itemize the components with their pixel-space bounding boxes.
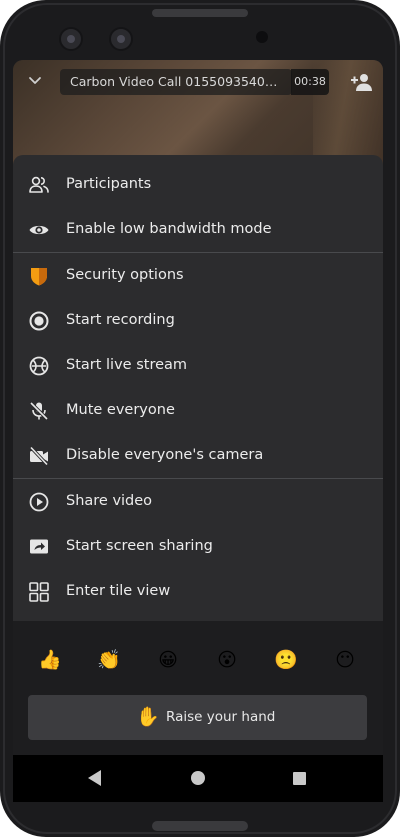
- menu-item-security[interactable]: Security options: [13, 254, 383, 298]
- menu-divider: [13, 478, 383, 479]
- menu-item-low-bandwidth[interactable]: Enable low bandwidth mode: [13, 208, 383, 252]
- menu-divider: [13, 252, 383, 253]
- silence-reaction[interactable]: 😶: [330, 645, 360, 675]
- recent-apps-icon[interactable]: [293, 772, 306, 785]
- app-screen: Carbon Video Call 015509354040... 00:38 …: [13, 60, 383, 802]
- play-circle-icon: [29, 492, 49, 512]
- surprised-reaction[interactable]: 😮: [212, 645, 242, 675]
- menu-item-label: Participants: [66, 176, 152, 192]
- menu-item-recording[interactable]: Start recording: [13, 299, 383, 343]
- raise-hand-label: Raise your hand: [166, 709, 276, 725]
- camera-off-icon: [29, 446, 49, 466]
- raise-hand-button[interactable]: ✋ Raise your hand: [28, 695, 367, 740]
- menu-item-label: Mute everyone: [66, 402, 175, 418]
- front-camera-icon: [59, 27, 83, 51]
- call-title-pill: Carbon Video Call 015509354040...: [60, 69, 292, 95]
- proximity-sensor: [256, 31, 268, 43]
- sad-reaction[interactable]: 🙁: [271, 645, 301, 675]
- tile-view-icon: [29, 582, 49, 602]
- bottom-speaker: [152, 821, 248, 831]
- participants-icon: [29, 176, 49, 193]
- menu-item-label: Enable low bandwidth mode: [66, 221, 272, 237]
- menu-item-tile-view[interactable]: Enter tile view: [13, 570, 383, 614]
- menu-item-participants[interactable]: Participants: [13, 163, 383, 207]
- menu-item-screen-sharing[interactable]: Start screen sharing: [13, 525, 383, 569]
- mic-off-icon: [29, 401, 49, 421]
- home-icon[interactable]: [191, 771, 205, 785]
- add-participant-icon[interactable]: [350, 72, 374, 92]
- clap-reaction[interactable]: 👏: [94, 645, 124, 675]
- eye-icon: [29, 225, 49, 235]
- raised-hand-icon: ✋: [136, 706, 160, 728]
- phone-frame: Carbon Video Call 015509354040... 00:38 …: [0, 0, 400, 837]
- live-stream-icon: [29, 356, 49, 376]
- menu-item-label: Start recording: [66, 312, 175, 328]
- call-title: Carbon Video Call 015509354040...: [70, 74, 280, 89]
- menu-item-disable-cameras[interactable]: Disable everyone's camera: [13, 434, 383, 478]
- menu-item-label: Disable everyone's camera: [66, 447, 264, 463]
- chevron-down-icon[interactable]: [27, 73, 43, 89]
- menu-item-live-stream[interactable]: Start live stream: [13, 344, 383, 388]
- menu-item-label: Enter tile view: [66, 583, 171, 599]
- laugh-reaction[interactable]: 😀: [153, 645, 183, 675]
- menu-item-label: Share video: [66, 493, 153, 509]
- menu-item-label: Start live stream: [66, 357, 188, 373]
- call-timer: 00:38: [291, 69, 329, 95]
- top-speaker: [152, 9, 248, 17]
- android-nav-bar: [13, 755, 383, 802]
- front-camera-icon: [109, 27, 133, 51]
- menu-item-label: Start screen sharing: [66, 538, 213, 554]
- menu-item-mute-everyone[interactable]: Mute everyone: [13, 389, 383, 433]
- screen-share-icon: [30, 539, 48, 554]
- shield-icon: [31, 268, 47, 286]
- back-icon[interactable]: [88, 770, 101, 786]
- overflow-menu: Participants Enable low bandwidth mode S…: [13, 155, 383, 621]
- thumbs-up-reaction[interactable]: 👍: [35, 645, 65, 675]
- record-icon: [29, 311, 49, 331]
- menu-item-label: Security options: [66, 267, 184, 283]
- menu-item-share-video[interactable]: Share video: [13, 480, 383, 524]
